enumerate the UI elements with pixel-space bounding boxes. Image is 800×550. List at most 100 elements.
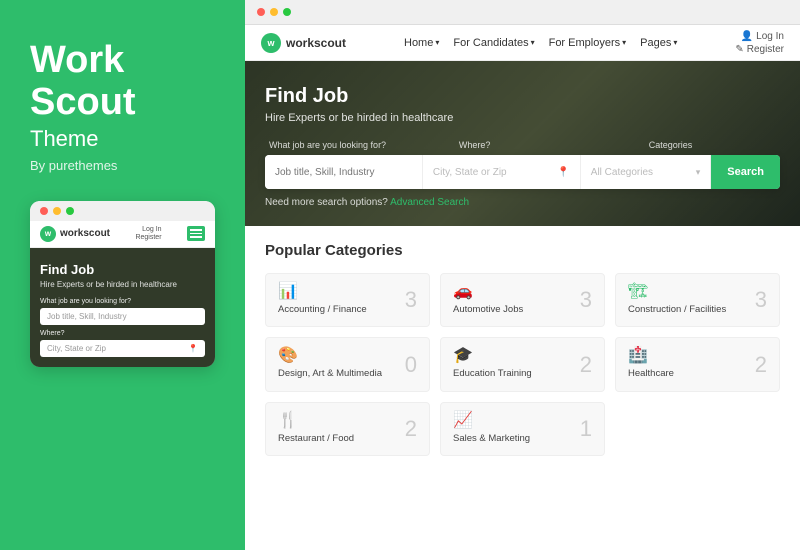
categories-section: Popular Categories 📊 Accounting / Financ… <box>245 226 800 472</box>
category-name: Restaurant / Food <box>278 433 354 445</box>
category-icon: 🏥 <box>628 348 674 364</box>
label-categories: Categories <box>645 140 780 150</box>
category-info: 🏗 Construction / Facilities <box>628 284 726 316</box>
nav-home[interactable]: Home ▾ <box>404 37 439 49</box>
category-icon: 📊 <box>278 284 367 300</box>
brand-title: Work Scout Theme By purethemes <box>30 40 215 173</box>
category-info: 🎓 Education Training <box>453 348 532 380</box>
browser-dot-red <box>257 8 265 16</box>
category-count: 3 <box>755 287 767 313</box>
site-logo-icon: w <box>261 33 281 53</box>
dot-green <box>66 207 74 215</box>
category-name: Accounting / Finance <box>278 304 367 316</box>
hamburger-menu[interactable] <box>187 226 205 241</box>
search-labels: What job are you looking for? Where? Cat… <box>265 140 780 150</box>
site-logo: w workscout <box>261 33 346 53</box>
search-button[interactable]: Search <box>711 155 780 189</box>
left-panel: Work Scout Theme By purethemes w worksco… <box>0 0 245 550</box>
category-icon: 🍴 <box>278 413 354 429</box>
nav-pages[interactable]: Pages ▾ <box>640 37 677 49</box>
categories-grid: 📊 Accounting / Finance 3 🚗 Automotive Jo… <box>265 273 780 456</box>
category-info: 🚗 Automotive Jobs <box>453 284 523 316</box>
browser-chrome <box>245 0 800 25</box>
site-nav-links: Home ▾ For Candidates ▾ For Employers ▾ … <box>404 37 677 49</box>
mobile-logo-icon: w <box>40 226 56 242</box>
mobile-search-input[interactable]: Job title, Skill, Industry <box>40 308 205 325</box>
website-content: w workscout Home ▾ For Candidates ▾ For … <box>245 25 800 550</box>
category-card[interactable]: 📈 Sales & Marketing 1 <box>440 402 605 456</box>
category-count: 2 <box>755 352 767 378</box>
advanced-search-text: Need more search options? Advanced Searc… <box>265 197 780 208</box>
category-name: Construction / Facilities <box>628 304 726 316</box>
chevron-down-icon: ▾ <box>531 38 535 47</box>
dot-red <box>40 207 48 215</box>
mobile-logo: w workscout <box>40 226 110 242</box>
category-card[interactable]: 🎨 Design, Art & Multimedia 0 <box>265 337 430 391</box>
site-nav: w workscout Home ▾ For Candidates ▾ For … <box>245 25 800 61</box>
category-info: 📊 Accounting / Finance <box>278 284 367 316</box>
category-count: 0 <box>405 352 417 378</box>
chevron-down-icon: ▾ <box>673 38 677 47</box>
category-info: 🏥 Healthcare <box>628 348 674 380</box>
category-icon: 🚗 <box>453 284 523 300</box>
category-card[interactable]: 🏗 Construction / Facilities 3 <box>615 273 780 327</box>
category-card[interactable]: 🎓 Education Training 2 <box>440 337 605 391</box>
hero-section: Find Job Hire Experts or be hirded in he… <box>245 61 800 226</box>
mobile-where-input[interactable]: City, State or Zip 📍 <box>40 340 205 357</box>
category-card[interactable]: 🍴 Restaurant / Food 2 <box>265 402 430 456</box>
category-info: 📈 Sales & Marketing <box>453 413 530 445</box>
browser-dot-green <box>283 8 291 16</box>
category-icon: 🎨 <box>278 348 382 364</box>
nav-employers[interactable]: For Employers ▾ <box>549 37 627 49</box>
chevron-down-icon: ▾ <box>435 38 439 47</box>
search-bar: City, State or Zip 📍 All Categories ▾ Se… <box>265 155 780 189</box>
advanced-search-link[interactable]: Advanced Search <box>390 197 469 208</box>
category-count: 2 <box>405 416 417 442</box>
category-name: Sales & Marketing <box>453 433 530 445</box>
label-where: Where? <box>455 140 645 150</box>
category-count: 1 <box>580 416 592 442</box>
category-card[interactable]: 📊 Accounting / Finance 3 <box>265 273 430 327</box>
category-name: Healthcare <box>628 368 674 380</box>
category-card[interactable]: 🚗 Automotive Jobs 3 <box>440 273 605 327</box>
mobile-hero-subtitle: Hire Experts or be hirded in healthcare <box>40 280 205 290</box>
user-icon: 👤 <box>741 31 753 42</box>
category-count: 3 <box>580 287 592 313</box>
job-search-input[interactable] <box>265 155 423 189</box>
category-dropdown[interactable]: All Categories ▾ <box>581 155 712 189</box>
mobile-nav-links: Log In Register <box>135 226 161 242</box>
location-input[interactable]: City, State or Zip 📍 <box>423 155 581 189</box>
mobile-where-label: Where? <box>40 330 205 337</box>
mobile-hero: Find Job Hire Experts or be hirded in he… <box>30 248 215 367</box>
location-pin-icon: 📍 <box>557 167 569 178</box>
category-icon: 🎓 <box>453 348 532 364</box>
right-panel: w workscout Home ▾ For Candidates ▾ For … <box>245 0 800 550</box>
chevron-down-icon: ▾ <box>622 38 626 47</box>
browser-dot-yellow <box>270 8 278 16</box>
category-name: Automotive Jobs <box>453 304 523 316</box>
mobile-nav: w workscout Log In Register <box>30 221 215 248</box>
nav-candidates[interactable]: For Candidates ▾ <box>453 37 534 49</box>
register-icon: ✎ <box>735 44 743 55</box>
chevron-down-icon: ▾ <box>696 167 701 178</box>
mobile-preview-card: w workscout Log In Register Find Job Hir… <box>30 201 215 367</box>
category-name: Education Training <box>453 368 532 380</box>
section-title: Popular Categories <box>265 242 780 259</box>
category-info: 🎨 Design, Art & Multimedia <box>278 348 382 380</box>
hero-title: Find Job <box>265 85 780 108</box>
mobile-hero-title: Find Job <box>40 262 205 277</box>
category-info: 🍴 Restaurant / Food <box>278 413 354 445</box>
category-icon: 📈 <box>453 413 530 429</box>
category-count: 3 <box>405 287 417 313</box>
login-link[interactable]: 👤 Log In <box>741 31 784 42</box>
label-job: What job are you looking for? <box>265 140 455 150</box>
hero-subtitle: Hire Experts or be hirded in healthcare <box>265 112 780 124</box>
category-icon: 🏗 <box>628 284 726 300</box>
category-card[interactable]: 🏥 Healthcare 2 <box>615 337 780 391</box>
mobile-search-label: What job are you looking for? <box>40 298 205 305</box>
site-nav-right: 👤 Log In ✎ Register <box>735 31 784 55</box>
register-link[interactable]: ✎ Register <box>735 44 784 55</box>
category-count: 2 <box>580 352 592 378</box>
dot-yellow <box>53 207 61 215</box>
mobile-titlebar <box>30 201 215 221</box>
